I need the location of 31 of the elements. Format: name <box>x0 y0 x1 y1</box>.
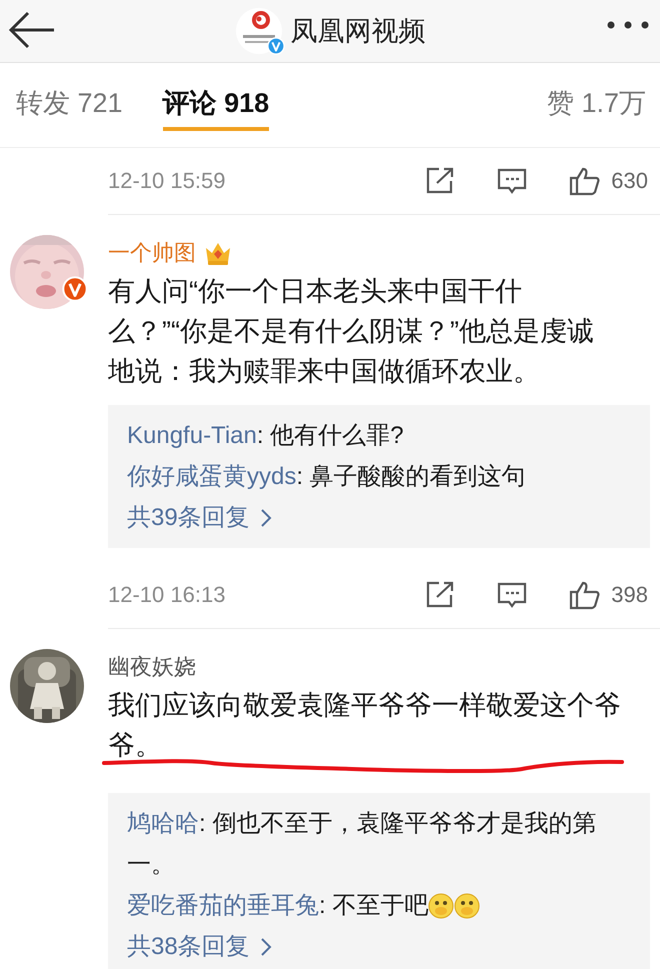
reply-text: 鸠哈哈: 倒也不至于，袁隆平爷爷才是我的第一。 <box>127 809 598 880</box>
comment-text: 有人问“你一个日本老头来中国干什么？”“你是不是有什么阴谋？”他总是虔诚地说：我为赎罪来中国做循环农业。 <box>108 275 595 388</box>
tab[interactable]: 评论 918 <box>162 79 270 131</box>
emoji-icon <box>454 892 480 918</box>
tab[interactable]: 转发 721 <box>16 79 123 131</box>
user-name[interactable]: 一个帅图 <box>108 238 196 268</box>
account-title: 凤凰网视频 <box>290 15 426 48</box>
reply-text: 你好咸蛋黄yyds: 鼻子酸酸的看到这句 <box>127 462 526 492</box>
emoji-icon <box>428 892 454 918</box>
comment-time: 12-10 15:59 <box>108 168 226 194</box>
comment-text: 我们应该向敬爱袁隆平爷爷一样敬爱这个爷爷。 <box>108 689 622 762</box>
thumbs-up-icon[interactable] <box>569 166 602 196</box>
user-name[interactable]: 幽夜妖娆 <box>108 652 196 682</box>
comment-icon[interactable] <box>497 581 528 609</box>
back-icon[interactable] <box>8 10 56 50</box>
chevron-icon <box>260 508 272 528</box>
share-icon[interactable] <box>425 581 456 609</box>
more-replies-link[interactable]: 共38条回复 <box>127 926 250 967</box>
tab[interactable]: 赞 1.7万 <box>546 79 646 131</box>
comment-icon[interactable] <box>497 167 528 195</box>
thumbs-up-icon[interactable] <box>569 580 602 610</box>
logo-icon <box>234 7 282 55</box>
more-icon[interactable] <box>606 20 650 30</box>
reply-text: Kungfu-Tian: 他有什么罪? <box>127 421 404 451</box>
more-replies-link[interactable]: 共39条回复 <box>127 497 250 538</box>
comment-time: 12-10 16:13 <box>108 582 226 608</box>
share-icon[interactable] <box>425 167 456 195</box>
chevron-icon <box>260 936 272 956</box>
like-count: 398 <box>611 582 648 608</box>
reply-text: 爱吃番茄的垂耳兔: 不至于吧 <box>127 891 428 921</box>
like-count: 630 <box>611 168 648 194</box>
